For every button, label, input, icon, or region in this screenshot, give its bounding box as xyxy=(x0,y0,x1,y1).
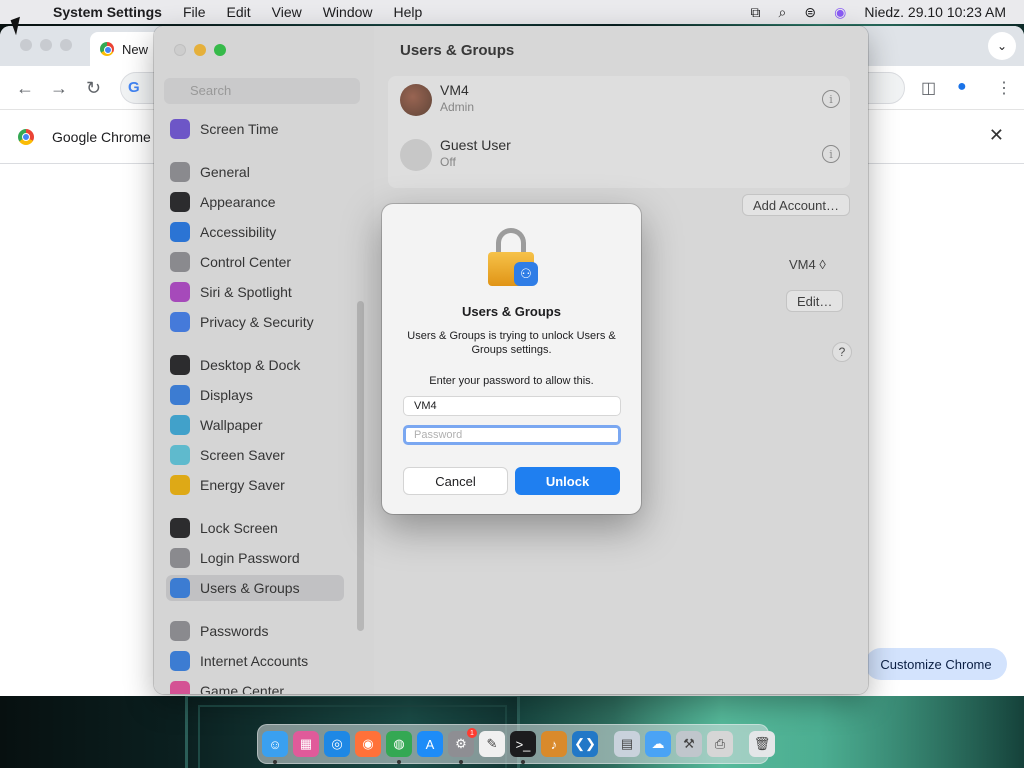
running-indicator xyxy=(459,760,463,764)
google-g-icon: G xyxy=(128,79,140,96)
profile-avatar-icon[interactable]: ● xyxy=(957,78,967,96)
users-badge-icon: ⚇ xyxy=(514,262,538,286)
chrome-info-logo-icon xyxy=(18,129,34,145)
printer-icon[interactable]: ⎙ xyxy=(707,731,733,757)
lock-users-icon: ⚇ xyxy=(488,228,538,286)
chrome-close-button[interactable] xyxy=(20,39,32,51)
dock: ☺ ▦ ◎ ◉ ◍ A ⚙ 1 ✎ >_ ♪ ❮❯ ▤ ☁ ⚒ ⎙ 🗑 xyxy=(257,724,775,764)
forward-arrow-icon[interactable]: → xyxy=(50,78,68,99)
chrome-logo-icon xyxy=(100,42,114,56)
spotlight-search-icon[interactable]: ⌕ xyxy=(779,4,787,21)
dialog-prompt: Enter your password to allow this. xyxy=(429,375,594,387)
chrome-tab-title: New xyxy=(122,41,149,57)
customize-chrome-button[interactable]: Customize Chrome xyxy=(865,648,1007,680)
siri-icon[interactable]: ◉ xyxy=(834,4,846,21)
control-center-icon[interactable]: ⊜ xyxy=(804,4,816,21)
vscode-icon[interactable]: ❮❯ xyxy=(572,731,598,757)
finder-folder-icon[interactable]: ☁ xyxy=(645,731,671,757)
app-store-icon[interactable]: A xyxy=(417,731,443,757)
firefox-icon[interactable]: ◉ xyxy=(355,731,381,757)
dialog-title: Users & Groups xyxy=(462,304,561,319)
reload-icon[interactable]: ↻ xyxy=(86,78,101,99)
utility-icon[interactable]: ⚒ xyxy=(676,731,702,757)
screen-mirroring-icon[interactable]: ⧉ xyxy=(751,4,761,21)
info-bar-close-icon[interactable]: ✕ xyxy=(989,125,1004,146)
preview-icon[interactable]: ▤ xyxy=(614,731,640,757)
cancel-button[interactable]: Cancel xyxy=(403,467,508,495)
chrome-icon[interactable]: ◍ xyxy=(386,731,412,764)
chrome-info-text: Google Chrome i xyxy=(52,129,158,145)
more-menu-icon[interactable]: ⋮ xyxy=(996,78,1012,98)
trash-icon[interactable]: 🗑 xyxy=(749,731,775,757)
password-field[interactable] xyxy=(403,425,621,445)
chrome-minimize-button[interactable] xyxy=(40,39,52,51)
chrome-traffic-lights xyxy=(20,39,72,51)
running-indicator xyxy=(521,760,525,764)
menu-edit[interactable]: Edit xyxy=(227,4,251,20)
dialog-message: Users & Groups is trying to unlock Users… xyxy=(407,330,616,356)
menu-file[interactable]: File xyxy=(183,4,206,20)
textedit-icon[interactable]: ✎ xyxy=(479,731,505,757)
menu-help[interactable]: Help xyxy=(394,4,423,20)
terminal-icon[interactable]: >_ xyxy=(510,731,536,764)
unlock-dialog: ⚇ Users & Groups Users & Groups is tryin… xyxy=(382,204,641,514)
menu-bar: System Settings File Edit View Window He… xyxy=(0,0,1024,24)
back-arrow-icon[interactable]: ← xyxy=(16,78,34,99)
running-indicator xyxy=(397,760,401,764)
notification-badge: 1 xyxy=(467,728,477,738)
instruments-icon[interactable]: ♪ xyxy=(541,731,567,757)
menu-clock[interactable]: Niedz. 29.10 10:23 AM xyxy=(864,4,1006,20)
menu-bar-extras: ⧉ ⌕ ⊜ ◉ Niedz. 29.10 10:23 AM xyxy=(751,0,1006,24)
menu-app-name[interactable]: System Settings xyxy=(53,4,162,20)
chrome-zoom-button[interactable] xyxy=(60,39,72,51)
menu-window[interactable]: Window xyxy=(323,4,373,20)
username-field[interactable] xyxy=(403,396,621,416)
finder-icon[interactable]: ☺ xyxy=(262,731,288,764)
side-panel-icon[interactable]: ◫ xyxy=(921,78,936,98)
safari-icon[interactable]: ◎ xyxy=(324,731,350,757)
menu-view[interactable]: View xyxy=(272,4,302,20)
unlock-button[interactable]: Unlock xyxy=(515,467,620,495)
running-indicator xyxy=(273,760,277,764)
system-settings-icon[interactable]: ⚙ 1 xyxy=(448,728,477,764)
tab-search-chevron-down-icon[interactable]: ⌄ xyxy=(988,32,1016,60)
launchpad-icon[interactable]: ▦ xyxy=(293,731,319,757)
